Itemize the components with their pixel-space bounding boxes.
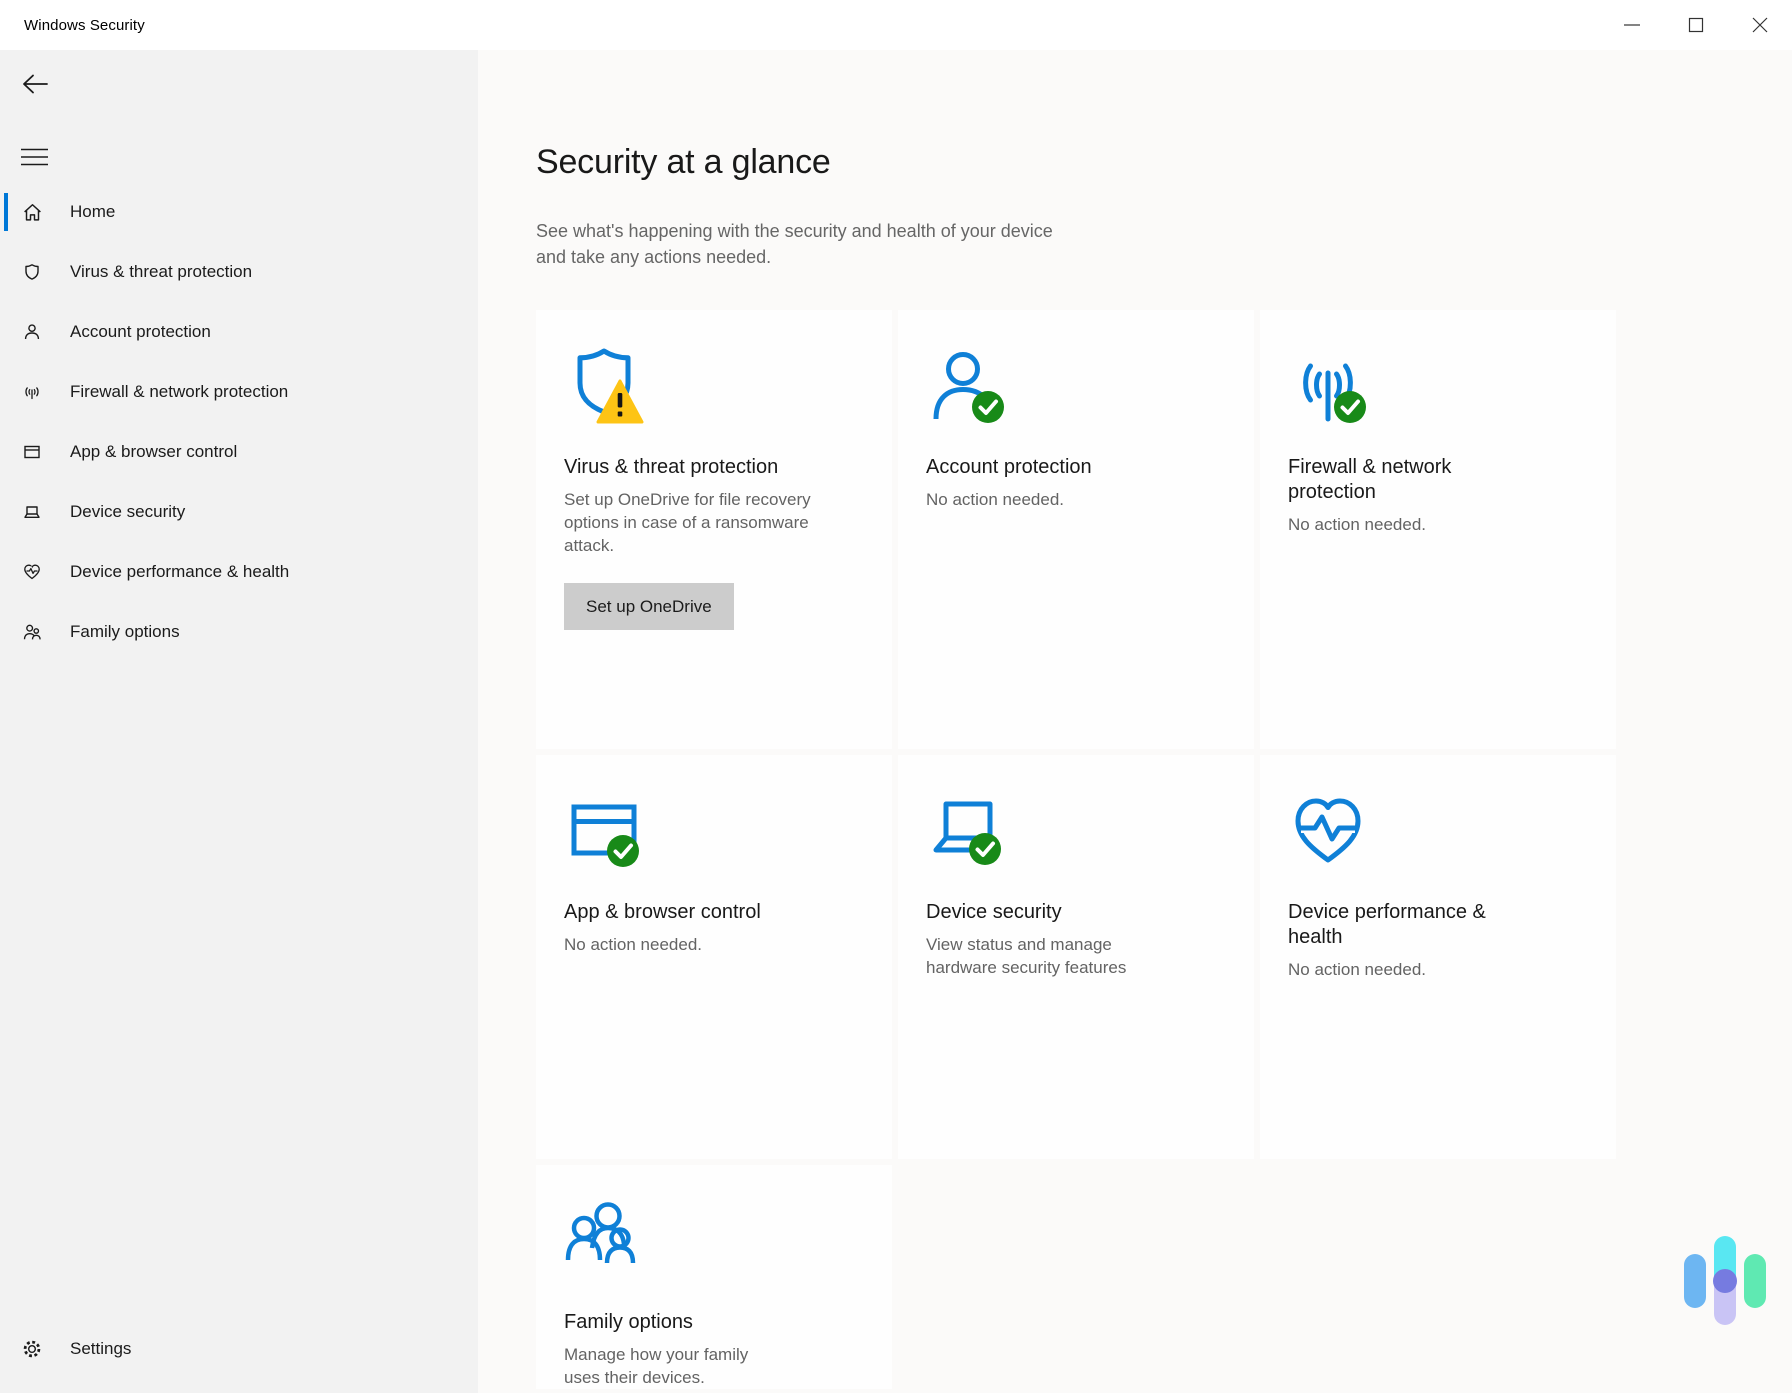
tile-title: Account protection [926,455,1168,480]
minimize-button[interactable] [1600,0,1664,50]
back-arrow-icon [20,72,50,96]
sidebar-item-family-options[interactable]: Family options [0,602,478,662]
family-icon [564,1200,644,1280]
shield-icon [20,260,44,284]
person-icon [20,320,44,344]
tile-device-security[interactable]: Device security View status and manage h… [898,755,1254,1159]
window-controls [1600,0,1792,50]
check-badge-icon [606,834,640,868]
tile-title: App & browser control [564,900,806,925]
shield-icon [564,345,644,425]
laptop-icon [926,790,1006,870]
laptop-icon [20,500,44,524]
tile-title: Firewall & network protection [1288,455,1530,505]
tile-title: Family options [564,1310,806,1335]
person-icon [926,345,1006,425]
page-title: Security at a glance [536,142,1792,182]
sidebar-item-account-protection[interactable]: Account protection [0,302,478,362]
sidebar-nav: Home Virus & threat protection Account p… [0,182,478,662]
tile-grid: Virus & threat protection Set up OneDriv… [536,310,1792,1389]
close-icon [1748,13,1772,37]
health-heart-icon [1288,790,1368,870]
tile-firewall-network[interactable]: Firewall & network protection No action … [1260,310,1616,749]
maximize-button[interactable] [1664,0,1728,50]
hamburger-menu-button[interactable] [21,142,61,172]
hamburger-icon [21,148,48,166]
tile-title: Device security [926,900,1168,925]
tile-description: View status and manage hardware security… [926,933,1141,979]
check-badge-icon [1333,390,1367,424]
tile-status: No action needed. [926,488,1226,511]
health-heart-icon [20,560,44,584]
family-icon [20,620,44,644]
tile-app-browser-control[interactable]: App & browser control No action needed. [536,755,892,1159]
tile-description: Set up OneDrive for file recovery option… [564,488,826,557]
close-button[interactable] [1728,0,1792,50]
sidebar-item-virus-threat-protection[interactable]: Virus & threat protection [0,242,478,302]
sidebar-item-firewall-network[interactable]: Firewall & network protection [0,362,478,422]
tile-status: No action needed. [1288,958,1588,981]
firewall-icon [1288,345,1368,425]
tile-title: Virus & threat protection [564,455,806,480]
tile-account-protection[interactable]: Account protection No action needed. [898,310,1254,749]
tile-virus-threat-protection[interactable]: Virus & threat protection Set up OneDriv… [536,310,892,749]
app-window-icon [20,440,44,464]
app-window-icon [564,790,644,870]
firewall-icon [20,380,44,404]
main-content: Security at a glance See what's happenin… [478,50,1792,1393]
tile-title: Device performance & health [1288,900,1530,950]
sidebar-item-device-performance-health[interactable]: Device performance & health [0,542,478,602]
sidebar-item-settings[interactable]: Settings [0,1323,478,1375]
home-icon [20,200,44,224]
tile-status: No action needed. [564,933,864,956]
minimize-icon [1620,13,1644,37]
warning-badge-icon [596,379,644,424]
window-title: Windows Security [24,17,145,34]
sidebar: Home Virus & threat protection Account p… [0,50,478,1393]
sidebar-item-device-security[interactable]: Device security [0,482,478,542]
maximize-icon [1684,13,1708,37]
check-badge-icon [968,832,1002,866]
tile-family-options[interactable]: Family options Manage how your family us… [536,1165,892,1389]
tile-device-performance-health[interactable]: Device performance & health No action ne… [1260,755,1616,1159]
gear-icon [20,1337,44,1361]
back-button[interactable] [20,66,64,102]
check-badge-icon [971,390,1005,424]
setup-onedrive-button[interactable]: Set up OneDrive [564,583,734,630]
sidebar-item-app-browser-control[interactable]: App & browser control [0,422,478,482]
tile-description: Manage how your family uses their device… [564,1343,786,1389]
title-bar: Windows Security [0,0,1792,50]
tile-status: No action needed. [1288,513,1588,536]
page-subtitle: See what's happening with the security a… [536,218,1056,270]
sidebar-item-home[interactable]: Home [0,182,478,242]
